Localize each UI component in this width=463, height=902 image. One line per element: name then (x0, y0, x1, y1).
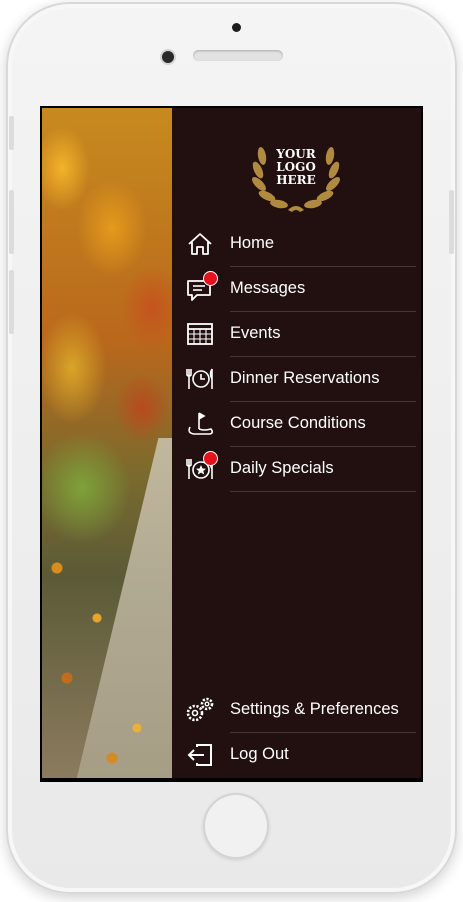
dinner-clock-icon (186, 368, 213, 389)
logo-text: YOUR LOGO HERE (248, 148, 344, 187)
fallen-leaves (42, 528, 172, 778)
volume-down-button (9, 270, 14, 334)
menu-item-events[interactable]: Events (184, 312, 416, 357)
logo-line: HERE (276, 173, 316, 187)
menu-item-course-conditions[interactable]: Course Conditions (184, 402, 416, 447)
notification-badge (203, 271, 218, 286)
menu-item-dinner-reservations[interactable]: Dinner Reservations (184, 357, 416, 402)
menu-item-log-out[interactable]: Log Out (184, 733, 416, 778)
menu-item-label: Daily Specials (230, 459, 334, 477)
notification-badge (203, 451, 218, 466)
menu-item-settings[interactable]: Settings & Preferences (184, 688, 416, 733)
golf-flag-icon (188, 412, 214, 435)
earpiece-speaker (193, 50, 283, 61)
menu-item-label: Dinner Reservations (230, 369, 380, 387)
menu-item-label: Messages (230, 279, 306, 297)
menu-item-label: Events (230, 324, 281, 342)
power-button (449, 190, 454, 254)
home-icon (188, 233, 212, 255)
menu-item-daily-specials[interactable]: Daily Specials (184, 447, 416, 492)
menu-item-label: Home (230, 234, 275, 252)
sensor-dot (232, 23, 241, 32)
logout-icon (187, 744, 212, 766)
autumn-path-background (42, 108, 172, 778)
menu-item-messages[interactable]: Messages (184, 267, 416, 312)
mute-switch (9, 116, 14, 150)
front-camera (162, 51, 174, 63)
home-button[interactable] (203, 793, 269, 859)
divider (230, 491, 416, 492)
menu-item-home[interactable]: Home (184, 222, 416, 267)
side-menu: YOUR LOGO HERE Home Messages Events Dinn… (172, 108, 421, 778)
app-screen: YOUR LOGO HERE Home Messages Events Dinn… (40, 106, 423, 782)
menu-item-label: Course Conditions (230, 414, 366, 432)
calendar-icon (187, 323, 213, 345)
menu-item-label: Settings & Preferences (230, 700, 399, 718)
club-logo: YOUR LOGO HERE (248, 136, 344, 216)
menu-item-label: Log Out (230, 745, 289, 763)
gears-icon (186, 697, 214, 722)
volume-up-button (9, 190, 14, 254)
